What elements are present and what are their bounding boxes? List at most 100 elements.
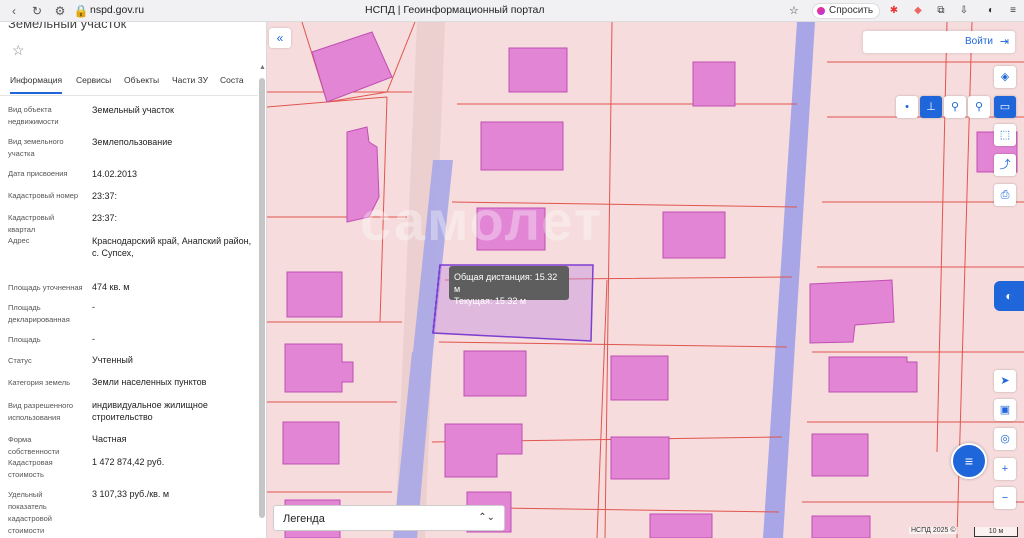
area-measure-button[interactable]: ⚲: [944, 96, 966, 118]
field-label: Вид объекта недвижимости: [8, 105, 59, 126]
field-label: Форма собственности: [8, 435, 60, 456]
share-button[interactable]: ⤴: [994, 154, 1016, 176]
building: [811, 515, 871, 538]
basemap-button[interactable]: ▣: [994, 399, 1016, 421]
field-value: Земельный участок: [92, 105, 174, 115]
field-value: 14.02.2013: [92, 169, 138, 179]
scale-bar: 10 м: [974, 527, 1018, 537]
building: [286, 271, 343, 318]
radius-measure-button[interactable]: ⚲: [968, 96, 990, 118]
menu-icon[interactable]: ≡: [1006, 4, 1020, 18]
browser-toolbar: ‹ ↻ ⚙ 🔒 nspd.gov.ru НСПД | Геоинформацио…: [0, 0, 1024, 22]
panel-title: Земельный участок: [8, 22, 127, 31]
field-label: Кадастровый квартал: [8, 213, 55, 234]
building: [508, 47, 568, 93]
field-value: 3 107,33 руб./кв. м: [92, 489, 170, 499]
building: [476, 207, 546, 251]
field-label: Удельный показатель кадастровой стоимост…: [8, 490, 52, 535]
extensions-icon[interactable]: ⧉: [934, 4, 948, 18]
field-label: Кадастровый номер: [8, 191, 79, 200]
current-distance: Текущая: 15.32 м: [454, 296, 527, 306]
building: [828, 356, 918, 393]
total-distance: Общая дистанция: 15.32 м: [454, 272, 558, 294]
search-location-button[interactable]: ◎: [994, 428, 1016, 450]
field-value: -: [92, 334, 95, 344]
zoom-out-button[interactable]: −: [994, 487, 1016, 509]
field-label: Площадь уточненная: [8, 283, 83, 292]
locate-button[interactable]: ➤: [994, 370, 1016, 392]
tab-composition[interactable]: Соста: [220, 75, 244, 85]
field-value: Частная: [92, 434, 127, 444]
reload-icon[interactable]: ↻: [29, 3, 45, 19]
login-label: Войти: [965, 36, 993, 47]
download-icon[interactable]: ⇩: [957, 4, 971, 18]
building: [346, 126, 380, 223]
ruler-button[interactable]: ▭: [994, 96, 1016, 118]
ask-button[interactable]: Спросить: [812, 3, 881, 19]
field-label: Категория земель: [8, 378, 71, 387]
map-attribution: НСПД 2025 ©: [909, 527, 958, 534]
scroll-up-icon[interactable]: ▲: [259, 64, 266, 71]
field-label: Площадь декларированная: [8, 303, 70, 324]
field-value: 23:37:: [92, 213, 118, 223]
field-value: Землепользование: [92, 137, 173, 147]
field-label: Вид разрешенного использования: [8, 401, 74, 422]
login-button[interactable]: Войти ⇥: [863, 31, 1015, 53]
building: [692, 61, 736, 107]
panel-tabs: Информация Сервисы Объекты Части ЗУ Сост…: [0, 72, 258, 96]
field-label: Дата присвоения: [8, 169, 68, 178]
building: [282, 421, 340, 465]
print-button[interactable]: ⎙: [994, 184, 1016, 206]
building: [444, 423, 523, 478]
field-value: -: [92, 302, 95, 312]
layers-button[interactable]: ◈: [994, 66, 1016, 88]
select-area-button[interactable]: ⬚: [994, 124, 1016, 146]
building: [809, 279, 895, 344]
distance-measure-button[interactable]: ⊥: [920, 96, 942, 118]
building: [480, 121, 564, 171]
tab-objects[interactable]: Объекты: [124, 75, 159, 85]
point-measure-button[interactable]: •: [896, 96, 918, 118]
building: [649, 513, 713, 538]
page-title: НСПД | Геоинформационный портал: [365, 4, 545, 16]
legend-label: Легенда: [283, 513, 325, 525]
tab-parts[interactable]: Части ЗУ: [172, 75, 208, 85]
address-bar[interactable]: nspd.gov.ru: [90, 4, 144, 16]
profile-icon[interactable]: ◐: [984, 4, 998, 18]
field-label: Статус: [8, 356, 32, 365]
zoom-in-button[interactable]: +: [994, 458, 1016, 480]
tab-information[interactable]: Информация: [10, 75, 63, 94]
field-value: 1 472 874,42 руб.: [92, 457, 165, 467]
chat-button[interactable]: ≡: [951, 443, 987, 479]
back-icon[interactable]: ‹: [6, 3, 22, 19]
bookmark-icon[interactable]: ☆: [789, 4, 799, 17]
assistant-tab-icon[interactable]: ◐: [994, 281, 1024, 311]
field-label: Вид земельного участка: [8, 137, 64, 158]
favorite-star-icon[interactable]: ☆: [12, 42, 25, 59]
building: [284, 343, 354, 393]
building: [610, 436, 670, 480]
lock-icon: 🔒: [73, 4, 89, 18]
field-value: Краснодарский край, Анапский район, с. С…: [92, 236, 252, 258]
field-label: Адрес: [8, 236, 30, 245]
building: [662, 211, 726, 259]
scrollbar[interactable]: [259, 78, 265, 518]
road-segment: [763, 22, 815, 538]
tab-services[interactable]: Сервисы: [76, 75, 111, 85]
object-info-panel: Земельный участок ☆ Информация Сервисы О…: [0, 22, 267, 538]
collapse-panel-button[interactable]: «: [269, 28, 291, 48]
legend-dropdown[interactable]: Легенда ⌃⌄: [273, 505, 505, 531]
field-value: 23:37:: [92, 191, 118, 201]
field-label: Площадь: [8, 335, 41, 344]
field-label: Кадастровая стоимость: [8, 458, 53, 479]
login-icon: ⇥: [999, 36, 1009, 48]
field-value: Учтенный: [92, 355, 133, 365]
extension-icon[interactable]: ✱: [887, 4, 901, 18]
building: [811, 433, 869, 477]
extension-icon[interactable]: ◆: [911, 4, 925, 18]
site-settings-icon[interactable]: ⚙: [52, 3, 68, 19]
field-value: 474 кв. м: [92, 282, 130, 292]
building: [610, 355, 669, 401]
field-value: индивидуальное жилищное строительство: [92, 400, 208, 422]
field-value: Земли населенных пунктов: [92, 377, 207, 387]
